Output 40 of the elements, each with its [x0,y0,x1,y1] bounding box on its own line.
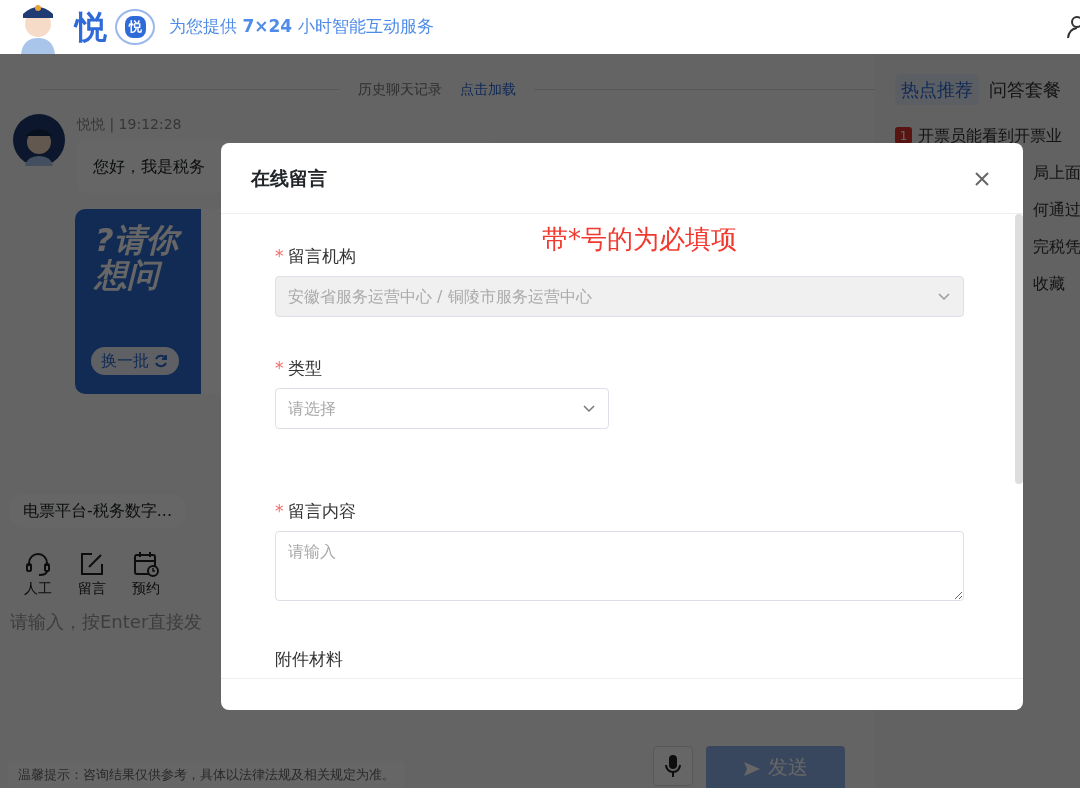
tool-button[interactable]: 人工 [24,550,52,599]
chevron-down-icon [937,291,951,302]
microphone-icon [665,754,681,778]
card-title: ?请你 想问 [95,223,201,294]
select-field: 安徽省服务运营中心 / 铜陵市服务运营中心 [275,276,964,317]
dialog-title: 在线留言 [251,166,327,190]
avatar-icon [13,114,65,166]
chevron-down-icon [582,403,596,414]
headset-icon [24,550,52,578]
refresh-button[interactable]: 换一批 [91,347,179,375]
tool-button[interactable]: 预约 [132,550,160,599]
required-note: 带*号的为必填项 [541,224,738,254]
hot-question-link[interactable]: 收藏 [1033,271,1065,296]
calendar-clock-icon [132,550,160,578]
sidebar-tab[interactable]: 热点推荐 [895,74,979,105]
required-mark: * [275,501,284,521]
textarea-field[interactable]: 请输入 [275,531,964,601]
field-label: 留言机构 [287,246,356,266]
required-mark: * [275,358,284,378]
field-label: 类型 [287,358,322,378]
slogan-text: 为您提供 7×24 小时智能互动服务 [169,15,434,39]
field-label: 附件材料 [275,648,343,669]
close-icon [975,172,989,186]
hot-question-link[interactable]: 完税凭 [1033,234,1080,259]
voice-button[interactable] [653,746,693,786]
refresh-icon [153,353,169,369]
sidebar-tab[interactable]: 问答套餐 [983,74,1067,105]
brand-logo: 悦 [75,11,107,43]
load-history-link[interactable]: 点击加载 [460,79,516,100]
tool-button[interactable]: 留言 [78,550,106,599]
user-icon [1066,15,1080,39]
select-field[interactable]: 请选择 [275,388,609,429]
edit-icon [78,550,106,578]
required-mark: * [275,246,284,266]
field-label: 留言内容 [287,501,356,521]
scrollbar-thumb[interactable] [1015,214,1023,484]
send-icon [743,759,762,778]
hot-question-link[interactable]: 何通过 [1033,197,1080,222]
brand-badge: 悦 [115,9,155,45]
hot-question-link[interactable]: 局上面 [1033,160,1080,185]
